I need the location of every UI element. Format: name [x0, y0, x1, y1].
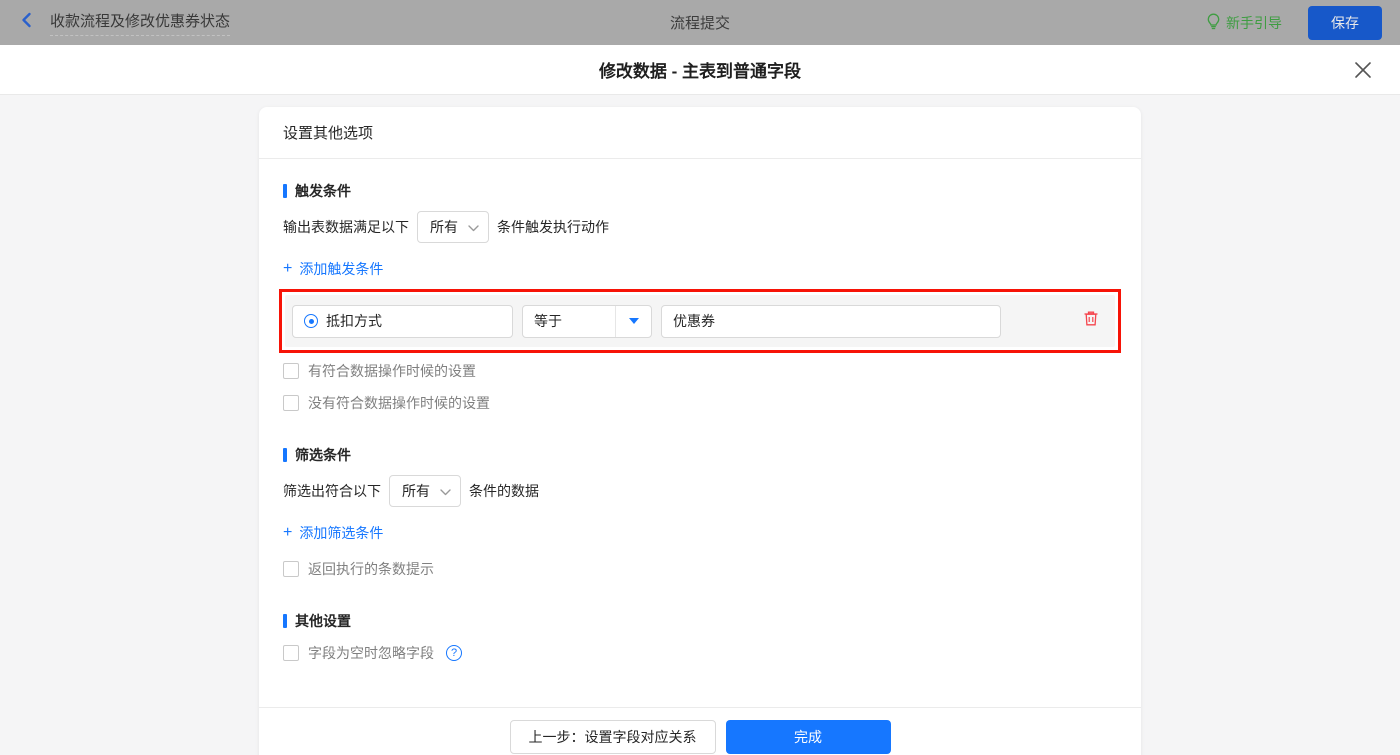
filter-match-row: 筛选出符合以下 所有 条件的数据 — [283, 475, 1117, 507]
condition-operator-value: 等于 — [534, 313, 562, 329]
filter-section-label: 筛选条件 — [295, 447, 351, 463]
filter-match-select[interactable]: 所有 — [389, 475, 461, 507]
panel-footer: 上一步：设置字段对应关系 完成 — [259, 707, 1141, 755]
beginner-guide-link[interactable]: 新手引导 — [1206, 13, 1282, 33]
no-data-checkbox[interactable] — [283, 395, 299, 411]
ignore-empty-checkbox[interactable] — [283, 645, 299, 661]
condition-field-select[interactable]: 抵扣方式 — [292, 304, 513, 338]
back-button[interactable] — [18, 11, 36, 34]
trash-icon — [1083, 310, 1099, 332]
add-filter-condition-label: 添加筛选条件 — [299, 525, 384, 541]
top-bar: 收款流程及修改优惠券状态 流程提交 新手引导 保存 — [0, 0, 1400, 45]
options-panel: 设置其他选项 触发条件 输出表数据满足以下 所有 条件触发执行动作 + 添加触发… — [259, 107, 1141, 755]
prev-step-button[interactable]: 上一步：设置字段对应关系 — [509, 719, 716, 754]
delete-condition-button[interactable] — [1083, 310, 1099, 332]
count-tip-checkbox[interactable] — [283, 561, 299, 577]
radio-field-icon — [304, 314, 318, 328]
filter-match-suffix: 条件的数据 — [469, 483, 539, 499]
done-button[interactable]: 完成 — [725, 719, 891, 754]
modal-title: 修改数据 - 主表到普通字段 — [598, 62, 802, 81]
ignore-empty-label: 字段为空时忽略字段 — [308, 645, 434, 661]
trigger-match-suffix: 条件触发执行动作 — [497, 219, 609, 235]
count-tip-option-row: 返回执行的条数提示 — [283, 559, 1117, 579]
modal-header: 修改数据 - 主表到普通字段 — [0, 45, 1400, 95]
trigger-condition-row: 抵扣方式 等于 优惠券 — [285, 295, 1115, 347]
has-data-checkbox[interactable] — [283, 363, 299, 379]
filter-match-prefix: 筛选出符合以下 — [283, 483, 381, 499]
has-data-label: 有符合数据操作时候的设置 — [308, 363, 476, 379]
caret-down-button[interactable] — [615, 305, 651, 337]
section-marker — [283, 614, 287, 628]
back-chevron-icon — [18, 11, 36, 34]
condition-operator-select[interactable]: 等于 — [522, 304, 652, 338]
filter-match-select-value: 所有 — [402, 483, 430, 499]
condition-field-value: 抵扣方式 — [326, 313, 382, 329]
count-tip-label: 返回执行的条数提示 — [308, 561, 434, 577]
trigger-match-select-value: 所有 — [430, 219, 458, 235]
close-icon[interactable] — [1352, 59, 1374, 81]
plus-icon: + — [283, 524, 293, 541]
filter-section-title: 筛选条件 — [283, 445, 1117, 465]
has-data-option-row: 有符合数据操作时候的设置 — [283, 361, 1117, 381]
other-section-label: 其他设置 — [295, 613, 351, 629]
plus-icon: + — [283, 260, 293, 277]
add-filter-condition-link[interactable]: + 添加筛选条件 — [283, 523, 383, 543]
no-data-label: 没有符合数据操作时候的设置 — [308, 395, 490, 411]
section-marker — [283, 184, 287, 198]
lightbulb-icon — [1206, 13, 1221, 33]
other-section-title: 其他设置 — [283, 611, 1117, 631]
add-trigger-condition-link[interactable]: + 添加触发条件 — [283, 259, 383, 279]
chevron-down-icon — [440, 483, 451, 499]
save-button[interactable]: 保存 — [1308, 5, 1382, 40]
highlight-annotation-box: 抵扣方式 等于 优惠券 — [279, 289, 1121, 353]
trigger-match-prefix: 输出表数据满足以下 — [283, 219, 409, 235]
condition-value-input[interactable]: 优惠券 — [661, 304, 1001, 338]
panel-content: 触发条件 输出表数据满足以下 所有 条件触发执行动作 + 添加触发条件 抵扣方式… — [259, 159, 1141, 707]
panel-header: 设置其他选项 — [259, 107, 1141, 159]
trigger-section-label: 触发条件 — [295, 183, 351, 199]
workflow-title[interactable]: 收款流程及修改优惠券状态 — [50, 10, 231, 36]
add-trigger-condition-label: 添加触发条件 — [299, 261, 384, 277]
no-data-option-row: 没有符合数据操作时候的设置 — [283, 393, 1117, 413]
help-icon[interactable]: ? — [446, 645, 462, 661]
trigger-match-row: 输出表数据满足以下 所有 条件触发执行动作 — [283, 211, 1117, 243]
chevron-down-icon — [468, 219, 479, 235]
caret-down-icon — [628, 318, 639, 324]
modal-body: 设置其他选项 触发条件 输出表数据满足以下 所有 条件触发执行动作 + 添加触发… — [0, 95, 1400, 755]
trigger-section-title: 触发条件 — [283, 181, 1117, 201]
condition-value-text: 优惠券 — [673, 313, 715, 329]
ignore-empty-option-row: 字段为空时忽略字段 ? — [283, 643, 1117, 663]
trigger-match-select[interactable]: 所有 — [417, 211, 489, 243]
beginner-guide-label: 新手引导 — [1226, 14, 1282, 31]
section-marker — [283, 448, 287, 462]
